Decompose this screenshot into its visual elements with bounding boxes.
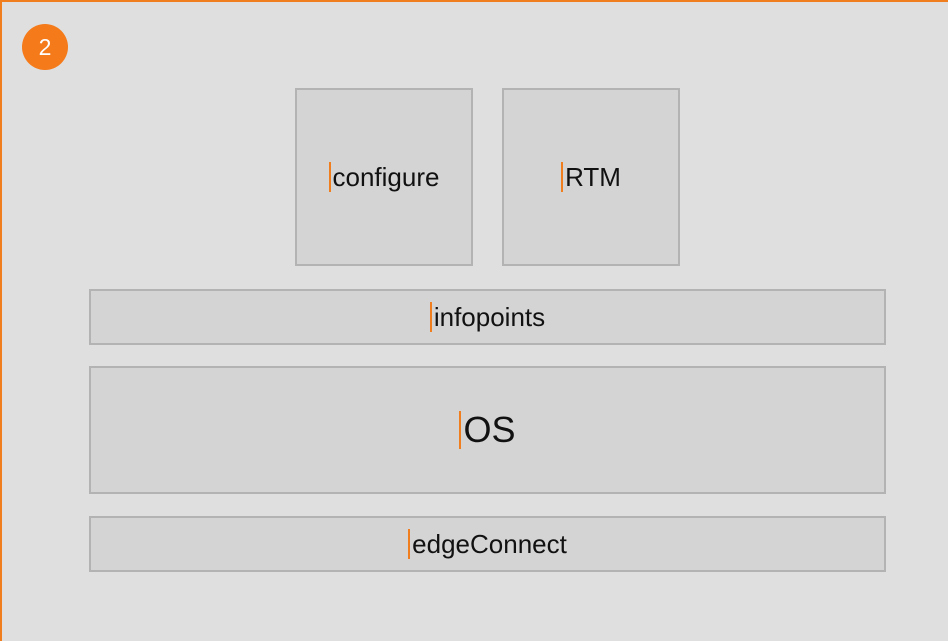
accent-bar-icon — [408, 529, 411, 559]
os-label: OS — [463, 409, 516, 450]
edgeconnect-label-group: edgeConnect — [408, 529, 567, 560]
edgeconnect-label: edgeConnect — [412, 528, 567, 559]
configure-label: configure — [332, 161, 440, 192]
rtm-label-group: RTM — [561, 162, 621, 193]
step-number-badge: 2 — [22, 24, 68, 70]
os-label-group: OS — [459, 409, 516, 451]
accent-bar-icon — [459, 411, 462, 449]
infopoints-label: infopoints — [433, 301, 546, 332]
rtm-label: RTM — [565, 161, 621, 192]
accent-bar-icon — [561, 162, 564, 192]
configure-label-group: configure — [328, 161, 440, 193]
configure-block: configure — [295, 88, 473, 266]
edgeconnect-block: edgeConnect — [89, 516, 886, 572]
accent-bar-icon — [429, 302, 432, 332]
infopoints-label-group: infopoints — [429, 301, 546, 333]
accent-bar-icon — [328, 162, 331, 192]
diagram-frame: 2 configure RTM infopoints OS edgeConnec… — [0, 0, 948, 641]
os-block: OS — [89, 366, 886, 494]
rtm-block: RTM — [502, 88, 680, 266]
infopoints-block: infopoints — [89, 289, 886, 345]
